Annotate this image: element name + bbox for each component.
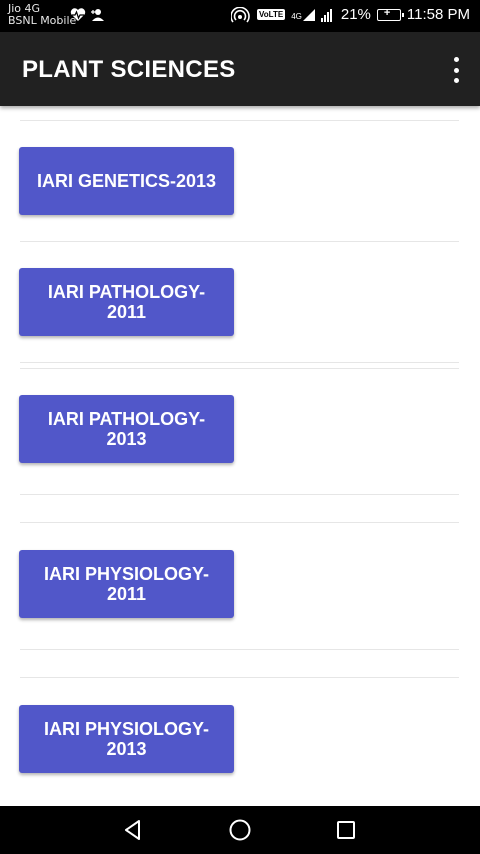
list-divider [20, 494, 459, 495]
more-vert-icon[interactable] [452, 57, 460, 83]
signal-4g-icon: 4G [291, 8, 315, 21]
list-divider [20, 120, 459, 121]
list-divider [20, 649, 459, 650]
notification-icons [70, 8, 106, 22]
network-type-label: 4G [291, 11, 302, 21]
recents-square-icon[interactable] [333, 817, 359, 843]
list-divider [20, 368, 459, 369]
page-title: PLANT SCIENCES [22, 56, 236, 83]
carrier-info: Jio 4G BSNL Mobile [8, 3, 76, 27]
heart-rate-icon [70, 8, 86, 21]
exam-button[interactable]: IARI GENETICS-2013 [19, 147, 234, 215]
person-add-icon [91, 9, 104, 21]
carrier-line-2: BSNL Mobile [8, 14, 77, 27]
status-bar: Jio 4G BSNL Mobile VoLTE 4G 21% + 11:58 … [0, 0, 480, 32]
exam-button[interactable]: IARI PATHOLOGY-2011 [19, 268, 234, 336]
clock: 11:58 PM [406, 6, 470, 23]
signal-strength-icon [320, 8, 332, 22]
volte-badge: VoLTE [257, 9, 286, 20]
battery-percent: 21% [340, 6, 371, 23]
list-divider [20, 522, 459, 523]
status-right-group: VoLTE 4G 21% + 11:58 PM [231, 6, 470, 23]
back-triangle-icon[interactable] [120, 817, 146, 843]
list-divider [20, 241, 459, 242]
navigation-bar [0, 806, 480, 854]
exam-button[interactable]: IARI PATHOLOGY-2013 [19, 395, 234, 463]
exam-button[interactable]: IARI PHYSIOLOGY-2011 [19, 550, 234, 618]
exam-list: IARI GENETICS-2013 IARI PATHOLOGY-2011 I… [0, 106, 480, 806]
battery-charging-icon: + [376, 7, 404, 21]
hotspot-icon [231, 6, 250, 23]
home-circle-icon[interactable] [227, 817, 253, 843]
list-divider [20, 677, 459, 678]
exam-button[interactable]: IARI PHYSIOLOGY-2013 [19, 705, 234, 773]
app-bar: PLANT SCIENCES [0, 32, 480, 106]
list-divider [20, 362, 459, 363]
